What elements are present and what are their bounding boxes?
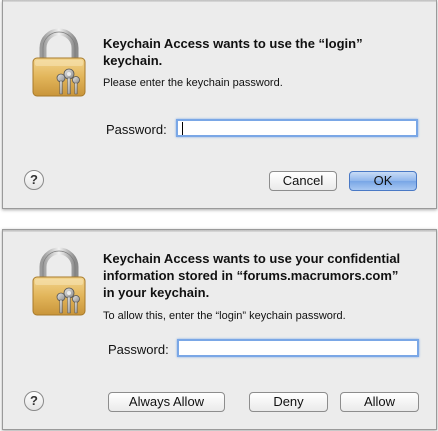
allow-button[interactable]: Allow	[340, 392, 419, 412]
dialog-message: Please enter the keychain password.	[103, 77, 283, 89]
password-field[interactable]	[176, 119, 418, 137]
text-caret	[182, 122, 183, 135]
cancel-button[interactable]: Cancel	[269, 171, 337, 191]
password-label: Password:	[106, 122, 167, 137]
always-allow-button[interactable]: Always Allow	[108, 392, 225, 412]
question-mark-icon: ?	[30, 172, 38, 187]
help-button[interactable]: ?	[24, 391, 44, 411]
padlock-with-keys-icon	[29, 28, 89, 98]
deny-button[interactable]: Deny	[249, 392, 328, 412]
dialog-message: To allow this, enter the “login” keychai…	[103, 310, 346, 322]
padlock-with-keys-icon	[29, 247, 89, 317]
dialog-title: Keychain Access wants to use the “login”…	[103, 36, 363, 68]
keychain-password-dialog: Keychain Access wants to use the “login”…	[2, 0, 437, 209]
question-mark-icon: ?	[30, 393, 38, 408]
dialog-top-edge	[3, 0, 436, 2]
ok-button[interactable]: OK	[349, 171, 417, 191]
dialog-title: Keychain Access wants to use your confid…	[103, 251, 401, 300]
keychain-access-dialog: Keychain Access wants to use your confid…	[2, 229, 437, 430]
password-label: Password:	[108, 342, 169, 357]
help-button[interactable]: ?	[24, 170, 44, 190]
dialog-top-edge	[3, 230, 436, 232]
password-field[interactable]	[177, 339, 419, 357]
